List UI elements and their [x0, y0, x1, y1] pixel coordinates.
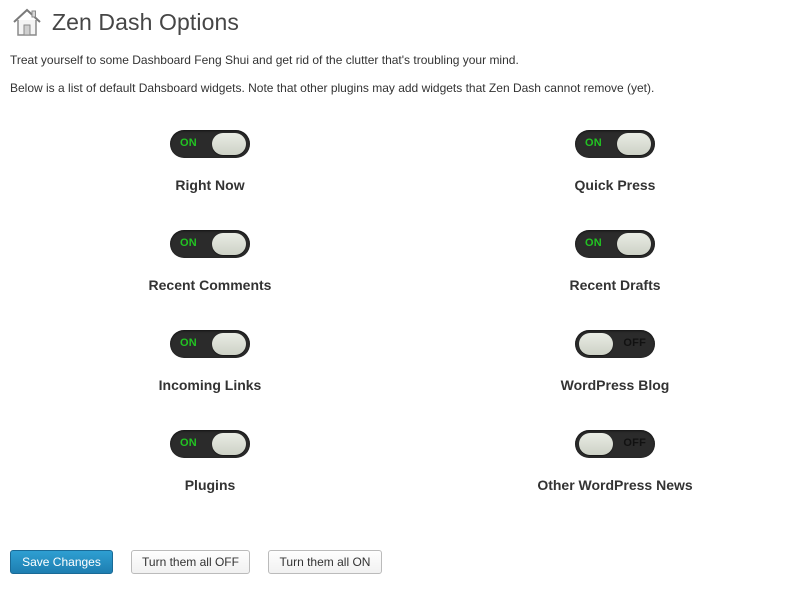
home-icon [13, 8, 41, 36]
toggle-knob [617, 233, 651, 255]
widget-quick-press: ON Quick Press [485, 130, 745, 193]
incoming-links-toggle[interactable]: ON [170, 330, 250, 358]
toggle-state: ON [585, 237, 602, 249]
widget-recent-drafts: ON Recent Drafts [485, 230, 745, 293]
other-wordpress-news-toggle[interactable]: OFF [575, 430, 655, 458]
toggle-knob [212, 333, 246, 355]
widget-label: Recent Drafts [569, 277, 661, 293]
widget-label: Quick Press [574, 177, 656, 193]
toggle-state: ON [180, 237, 197, 249]
toggle-state: ON [180, 137, 197, 149]
widget-label: Other WordPress News [537, 477, 693, 493]
widget-label: Incoming Links [158, 377, 262, 393]
widget-label: Recent Comments [148, 277, 272, 293]
toggle-state: OFF [623, 437, 646, 449]
widget-right-now: ON Right Now [80, 130, 340, 193]
recent-drafts-toggle[interactable]: ON [575, 230, 655, 258]
plugins-toggle[interactable]: ON [170, 430, 250, 458]
right-now-toggle[interactable]: ON [170, 130, 250, 158]
toggle-knob [212, 233, 246, 255]
quick-press-toggle[interactable]: ON [575, 130, 655, 158]
widget-label: Plugins [184, 477, 236, 493]
save-changes-button[interactable]: Save Changes [10, 550, 113, 574]
toggle-state: ON [180, 437, 197, 449]
toggle-knob [212, 433, 246, 455]
toggle-state: ON [180, 337, 197, 349]
recent-comments-toggle[interactable]: ON [170, 230, 250, 258]
toggle-knob [579, 433, 613, 455]
intro-text: Treat yourself to some Dashboard Feng Sh… [10, 53, 519, 67]
toggle-state: ON [585, 137, 602, 149]
turn-all-off-button[interactable]: Turn them all OFF [131, 550, 250, 574]
page-header: Zen Dash Options [10, 4, 239, 40]
widget-incoming-links: ON Incoming Links [80, 330, 340, 393]
turn-all-on-button[interactable]: Turn them all ON [268, 550, 382, 574]
widget-label: WordPress Blog [560, 377, 670, 393]
toggle-knob [617, 133, 651, 155]
widget-plugins: ON Plugins [80, 430, 340, 493]
wordpress-blog-toggle[interactable]: OFF [575, 330, 655, 358]
toggle-state: OFF [623, 337, 646, 349]
toggle-knob [579, 333, 613, 355]
toggle-knob [212, 133, 246, 155]
widget-list-note: Below is a list of default Dahsboard wid… [10, 81, 655, 95]
widget-wordpress-blog: OFF WordPress Blog [485, 330, 745, 393]
widget-label: Right Now [175, 177, 245, 193]
widget-other-wordpress-news: OFF Other WordPress News [485, 430, 745, 493]
widget-recent-comments: ON Recent Comments [80, 230, 340, 293]
page-title: Zen Dash Options [52, 8, 239, 35]
